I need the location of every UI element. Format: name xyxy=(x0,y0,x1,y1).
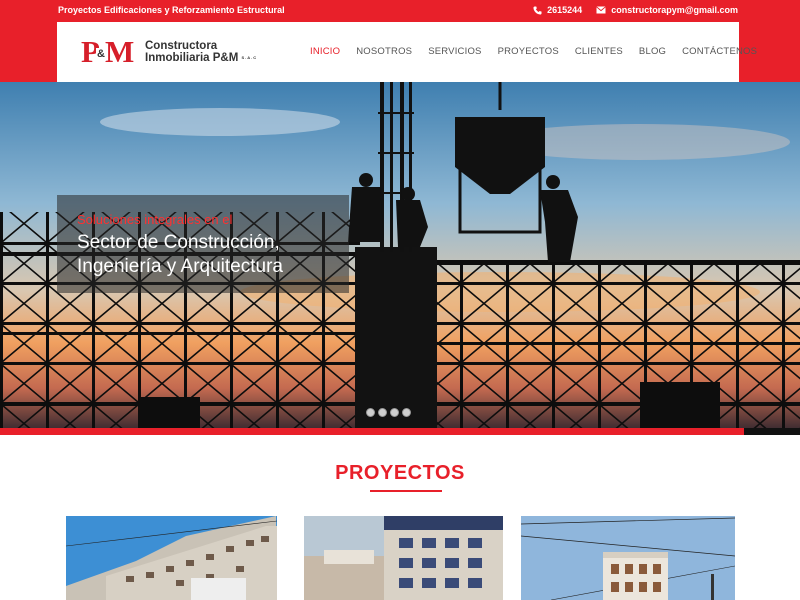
email-contact[interactable]: constructorapym@gmail.com xyxy=(596,5,738,15)
phone-contact[interactable]: 2615244 xyxy=(533,5,582,15)
project-card[interactable] xyxy=(66,516,277,600)
hero-slider[interactable]: Soluciones integrales en el Sector de Co… xyxy=(0,82,800,430)
logo-mark-m: M xyxy=(105,34,135,69)
phone-number: 2615244 xyxy=(547,5,583,15)
logo-mark: P M & xyxy=(81,36,135,68)
project-card[interactable] xyxy=(521,516,735,600)
hero-subtitle: Soluciones integrales en el xyxy=(77,212,233,227)
projects-title: PROYECTOS xyxy=(335,462,465,484)
site-logo[interactable]: P M & Constructora Inmobiliaria P&M S.A.… xyxy=(81,36,257,68)
nav-item-blog[interactable]: BLOG xyxy=(639,46,666,57)
project-card[interactable] xyxy=(304,516,503,600)
logo-suffix: S.A.C xyxy=(241,54,258,60)
logo-text: Constructora Inmobiliaria P&M S.A.C xyxy=(145,40,257,64)
main-nav: INICIO NOSOTROS SERVICIOS PROYECTOS CLIE… xyxy=(310,46,773,57)
hero-title-line-2: Ingeniería y Arquitectura xyxy=(77,256,283,277)
top-bar-contact: 2615244 constructorapym@gmail.com xyxy=(533,5,738,15)
logo-mark-amp: & xyxy=(96,48,106,61)
slider-dot[interactable] xyxy=(390,408,399,417)
hero-bottom-bar xyxy=(0,428,800,435)
project-image xyxy=(304,516,503,600)
nav-item-contactenos[interactable]: CONTÁCTENOS xyxy=(682,46,757,57)
projects-title-underline xyxy=(370,490,442,492)
logo-line-2: Inmobiliaria P&M xyxy=(145,52,239,65)
envelope-icon xyxy=(596,6,606,14)
slider-dot[interactable] xyxy=(402,408,411,417)
site-header: P M & Constructora Inmobiliaria P&M S.A.… xyxy=(57,22,757,82)
slider-dot[interactable] xyxy=(378,408,387,417)
email-address: constructorapym@gmail.com xyxy=(611,5,738,15)
nav-item-proyectos[interactable]: PROYECTOS xyxy=(498,46,559,57)
logo-line-1: Constructora xyxy=(145,39,218,52)
nav-item-servicios[interactable]: SERVICIOS xyxy=(428,46,481,57)
nav-item-nosotros[interactable]: NOSOTROS xyxy=(356,46,412,57)
hero-title-line-1: Sector de Construcción, xyxy=(77,232,280,253)
top-bar-tagline: Proyectos Edificaciones y Reforzamiento … xyxy=(58,5,285,15)
project-image xyxy=(521,516,735,600)
slider-dot[interactable] xyxy=(366,408,375,417)
slider-dots xyxy=(366,408,411,417)
phone-icon xyxy=(533,5,542,15)
hero-bottom-bar-accent xyxy=(744,428,800,435)
nav-item-inicio[interactable]: INICIO xyxy=(310,46,340,57)
project-image xyxy=(66,516,277,600)
hero-caption: Soluciones integrales en el Sector de Co… xyxy=(57,195,349,293)
nav-item-clientes[interactable]: CLIENTES xyxy=(575,46,623,57)
